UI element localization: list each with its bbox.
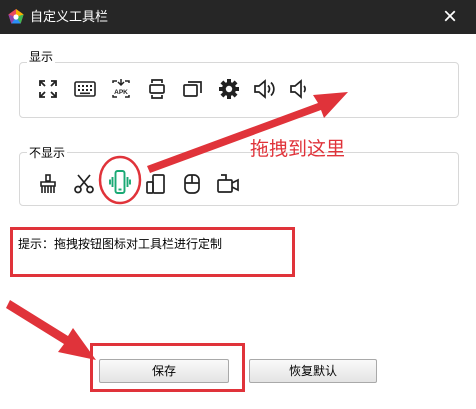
storage-icon[interactable] — [180, 172, 204, 196]
video-record-icon[interactable] — [216, 172, 240, 196]
keyboard-icon[interactable] — [73, 77, 97, 101]
restore-default-button[interactable]: 恢复默认 — [249, 359, 377, 383]
volume-down-icon[interactable] — [288, 77, 312, 101]
app-logo-icon — [8, 9, 24, 24]
close-button[interactable]: × — [436, 4, 464, 30]
volume-up-icon[interactable] — [253, 77, 277, 101]
scissors-icon[interactable] — [72, 172, 96, 196]
title-bar: 自定义工具栏 × — [0, 0, 476, 34]
show-group-label: 显示 — [27, 50, 56, 64]
hide-group-label: 不显示 — [27, 146, 68, 160]
drag-hint-text: 拖拽到这里 — [250, 139, 346, 160]
save-button[interactable]: 保存 — [99, 359, 229, 383]
fullscreen-icon[interactable] — [36, 77, 60, 101]
tablet-phone-icon[interactable] — [144, 172, 168, 196]
settings-icon[interactable] — [217, 77, 241, 101]
clean-brush-icon[interactable] — [36, 172, 60, 196]
svg-text:APK: APK — [114, 89, 128, 96]
apk-install-icon[interactable]: APK — [109, 77, 133, 101]
tip-highlight-box — [10, 227, 295, 277]
vibrate-phone-icon[interactable] — [108, 170, 132, 194]
multi-window-icon[interactable] — [181, 77, 205, 101]
screen-rotate-icon[interactable] — [145, 77, 169, 101]
save-arrow — [6, 300, 96, 360]
window-title: 自定义工具栏 — [30, 9, 109, 24]
